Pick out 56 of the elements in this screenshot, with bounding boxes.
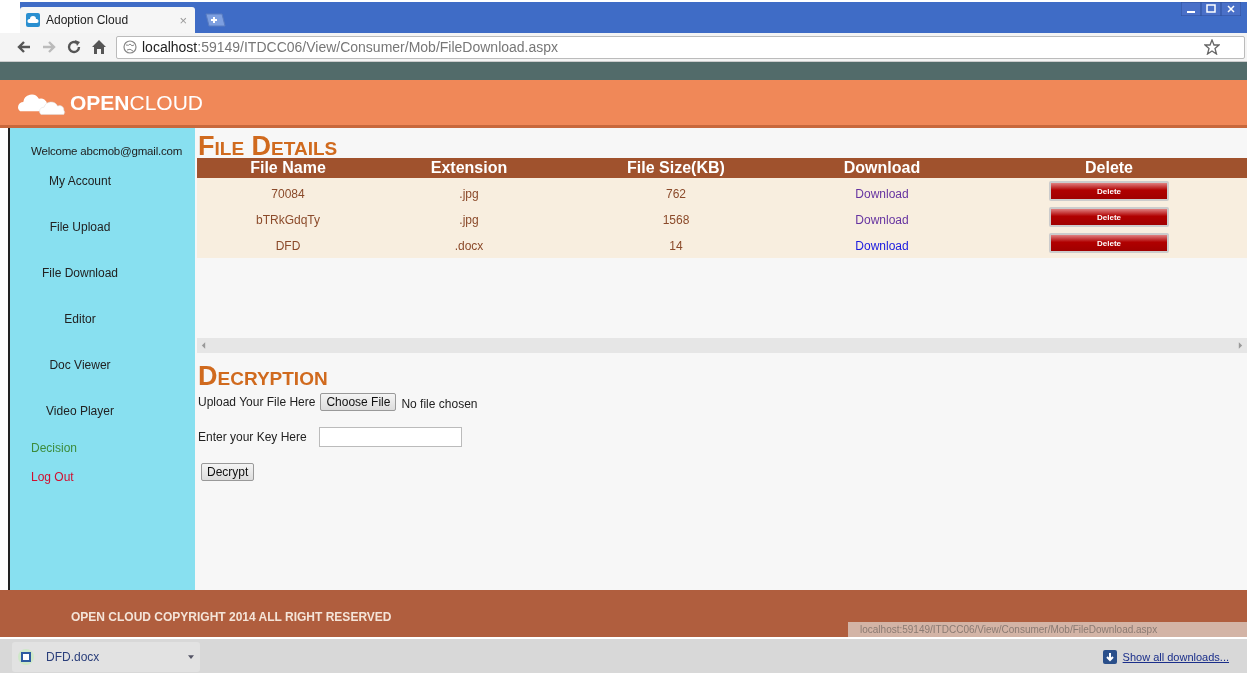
decrypt-button[interactable]: Decrypt bbox=[201, 463, 255, 481]
minimize-icon[interactable] bbox=[1181, 2, 1201, 16]
delete-button[interactable]: Delete bbox=[1049, 207, 1169, 227]
menu-item[interactable]: File Upload bbox=[10, 204, 130, 250]
key-field[interactable] bbox=[318, 427, 462, 447]
table-cell-text: 14 bbox=[668, 238, 684, 253]
menu-link[interactable]: Log Out bbox=[10, 463, 195, 492]
maximize-icon[interactable] bbox=[1201, 2, 1221, 16]
address-field[interactable]: localhost:59149/ITDCC06/View/Consumer/Mob/FileDownload.aspx bbox=[116, 35, 1245, 59]
show-all-downloads-link[interactable]: Show all downloads... bbox=[1122, 651, 1229, 663]
delete-button[interactable]: Delete bbox=[1049, 233, 1169, 253]
table-cell-text: DFD bbox=[274, 238, 302, 253]
home-icon[interactable] bbox=[91, 39, 107, 55]
choose-file-button[interactable]: Choose File bbox=[320, 393, 397, 411]
caret-icon[interactable] bbox=[188, 655, 194, 659]
table-cell-text: 70084 bbox=[270, 186, 306, 201]
table-cell-text: bTRkGdqTy bbox=[255, 212, 321, 227]
table-cell-text: 762 bbox=[665, 186, 687, 201]
new-tab-button[interactable] bbox=[203, 13, 227, 27]
download-link[interactable]: Download bbox=[855, 213, 909, 227]
browser-tab[interactable]: Adoption Cloud × bbox=[20, 7, 195, 33]
close-icon[interactable] bbox=[1221, 2, 1241, 16]
column-header: Download bbox=[842, 158, 922, 178]
delete-button[interactable]: Delete bbox=[1049, 181, 1169, 201]
menu-item[interactable]: Editor bbox=[10, 296, 130, 342]
upload-label: Upload Your File Here bbox=[198, 395, 316, 409]
column-header: File Size(KB) bbox=[626, 158, 726, 178]
download-link[interactable]: Download bbox=[855, 187, 909, 201]
column-header: Delete bbox=[1084, 158, 1134, 178]
file-status: No file chosen bbox=[401, 397, 478, 411]
table-cell-text: .jpg bbox=[458, 186, 480, 201]
menu-item[interactable]: My Account bbox=[10, 158, 130, 204]
section-title: Decryption bbox=[197, 360, 329, 388]
menu-item[interactable]: Video Player bbox=[10, 388, 130, 434]
download-icon bbox=[1102, 650, 1117, 664]
table-cell-text: 1568 bbox=[661, 212, 691, 227]
section-title: File Details bbox=[197, 130, 339, 158]
key-label: Enter your Key Here bbox=[198, 430, 307, 444]
download-link[interactable]: Download bbox=[855, 239, 909, 253]
cloud-icon bbox=[26, 13, 40, 27]
star-icon[interactable] bbox=[1204, 39, 1220, 55]
status-url: localhost:59149/ITDCC06/View/Consumer/Mob/FileDownload.aspx bbox=[848, 622, 1247, 637]
column-header: File Name bbox=[249, 158, 327, 178]
reload-icon[interactable] bbox=[66, 39, 82, 55]
download-item[interactable]: DFD.docx bbox=[12, 642, 200, 672]
menu-item[interactable]: File Download bbox=[10, 250, 130, 296]
welcome-text: Welcome abcmob@gmail.com bbox=[31, 145, 183, 157]
tab-title: Adoption Cloud bbox=[46, 13, 130, 27]
table-cell-text: .jpg bbox=[458, 212, 480, 227]
table-cell-text: .docx bbox=[453, 238, 485, 253]
column-header: Extension bbox=[429, 158, 509, 178]
back-icon[interactable] bbox=[16, 39, 32, 55]
copyright-text: OPEN CLOUD COPYRIGHT 2014 ALL RIGHT RESERVED bbox=[71, 610, 392, 624]
menu-item[interactable]: Doc Viewer bbox=[10, 342, 130, 388]
logo-text: OPENCLOUD bbox=[70, 90, 204, 115]
document-icon bbox=[18, 649, 34, 665]
